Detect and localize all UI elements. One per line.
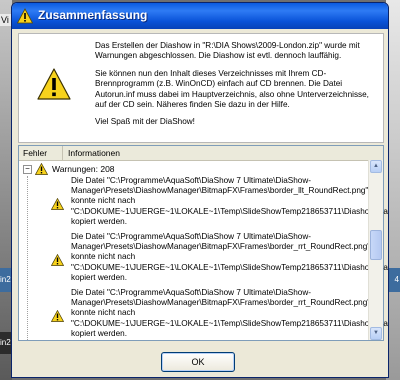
list-item[interactable]: Die Datei "C:\Programme\AquaSoft\DiaShow…: [51, 176, 388, 227]
list-header: Fehler Informationen: [19, 146, 383, 161]
warning-icon: [51, 310, 64, 322]
warning-icon: [51, 254, 64, 266]
summary-dialog: Zusammenfassung Das Erstellen der Diasho…: [11, 2, 389, 378]
warnings-count: Warnungen: 208: [52, 164, 115, 174]
window-title: Zusammenfassung: [38, 8, 148, 22]
title-bar[interactable]: Zusammenfassung: [12, 3, 388, 29]
ok-button[interactable]: OK: [161, 352, 235, 372]
column-header-fehler[interactable]: Fehler: [19, 146, 63, 160]
scroll-up-button[interactable]: ▲: [370, 160, 382, 173]
tree-connector-line: [27, 176, 28, 340]
message-paragraph-burn-info: Sie können nun den Inhalt dieses Verzeic…: [95, 68, 369, 110]
column-header-informationen[interactable]: Informationen: [65, 146, 120, 160]
list-item[interactable]: Die Datei "C:\Programme\AquaSoft\DiaShow…: [51, 288, 388, 339]
list-item-text: Die Datei "C:\Programme\AquaSoft\DiaShow…: [71, 232, 389, 282]
list-item[interactable]: Die Datei "C:\Programme\AquaSoft\DiaShow…: [51, 232, 388, 283]
vertical-scrollbar[interactable]: ▲ ▼: [368, 160, 383, 340]
message-text: Das Erstellen der Diashow in "R:\DIA Sho…: [95, 41, 377, 135]
warning-icon: [35, 163, 48, 175]
list-item-text: Die Datei "C:\Programme\AquaSoft\DiaShow…: [71, 176, 389, 226]
message-panel: Das Erstellen der Diashow in "R:\DIA Sho…: [18, 33, 384, 143]
warnings-list[interactable]: Fehler Informationen − Warnungen: 208 Di…: [18, 145, 388, 341]
collapse-icon[interactable]: −: [23, 165, 32, 174]
list-item-text: Die Datei "C:\Programme\AquaSoft\DiaShow…: [71, 288, 389, 338]
warning-icon: [51, 198, 64, 210]
warning-large-icon: [37, 68, 71, 100]
scrollbar-thumb[interactable]: [370, 230, 382, 260]
scroll-down-button[interactable]: ▼: [370, 327, 382, 340]
message-paragraph-result: Das Erstellen der Diashow in "R:\DIA Sho…: [95, 41, 360, 61]
message-paragraph-farewell: Viel Spaß mit der DiaShow!: [95, 117, 195, 127]
warning-triangle-icon: [17, 8, 33, 24]
